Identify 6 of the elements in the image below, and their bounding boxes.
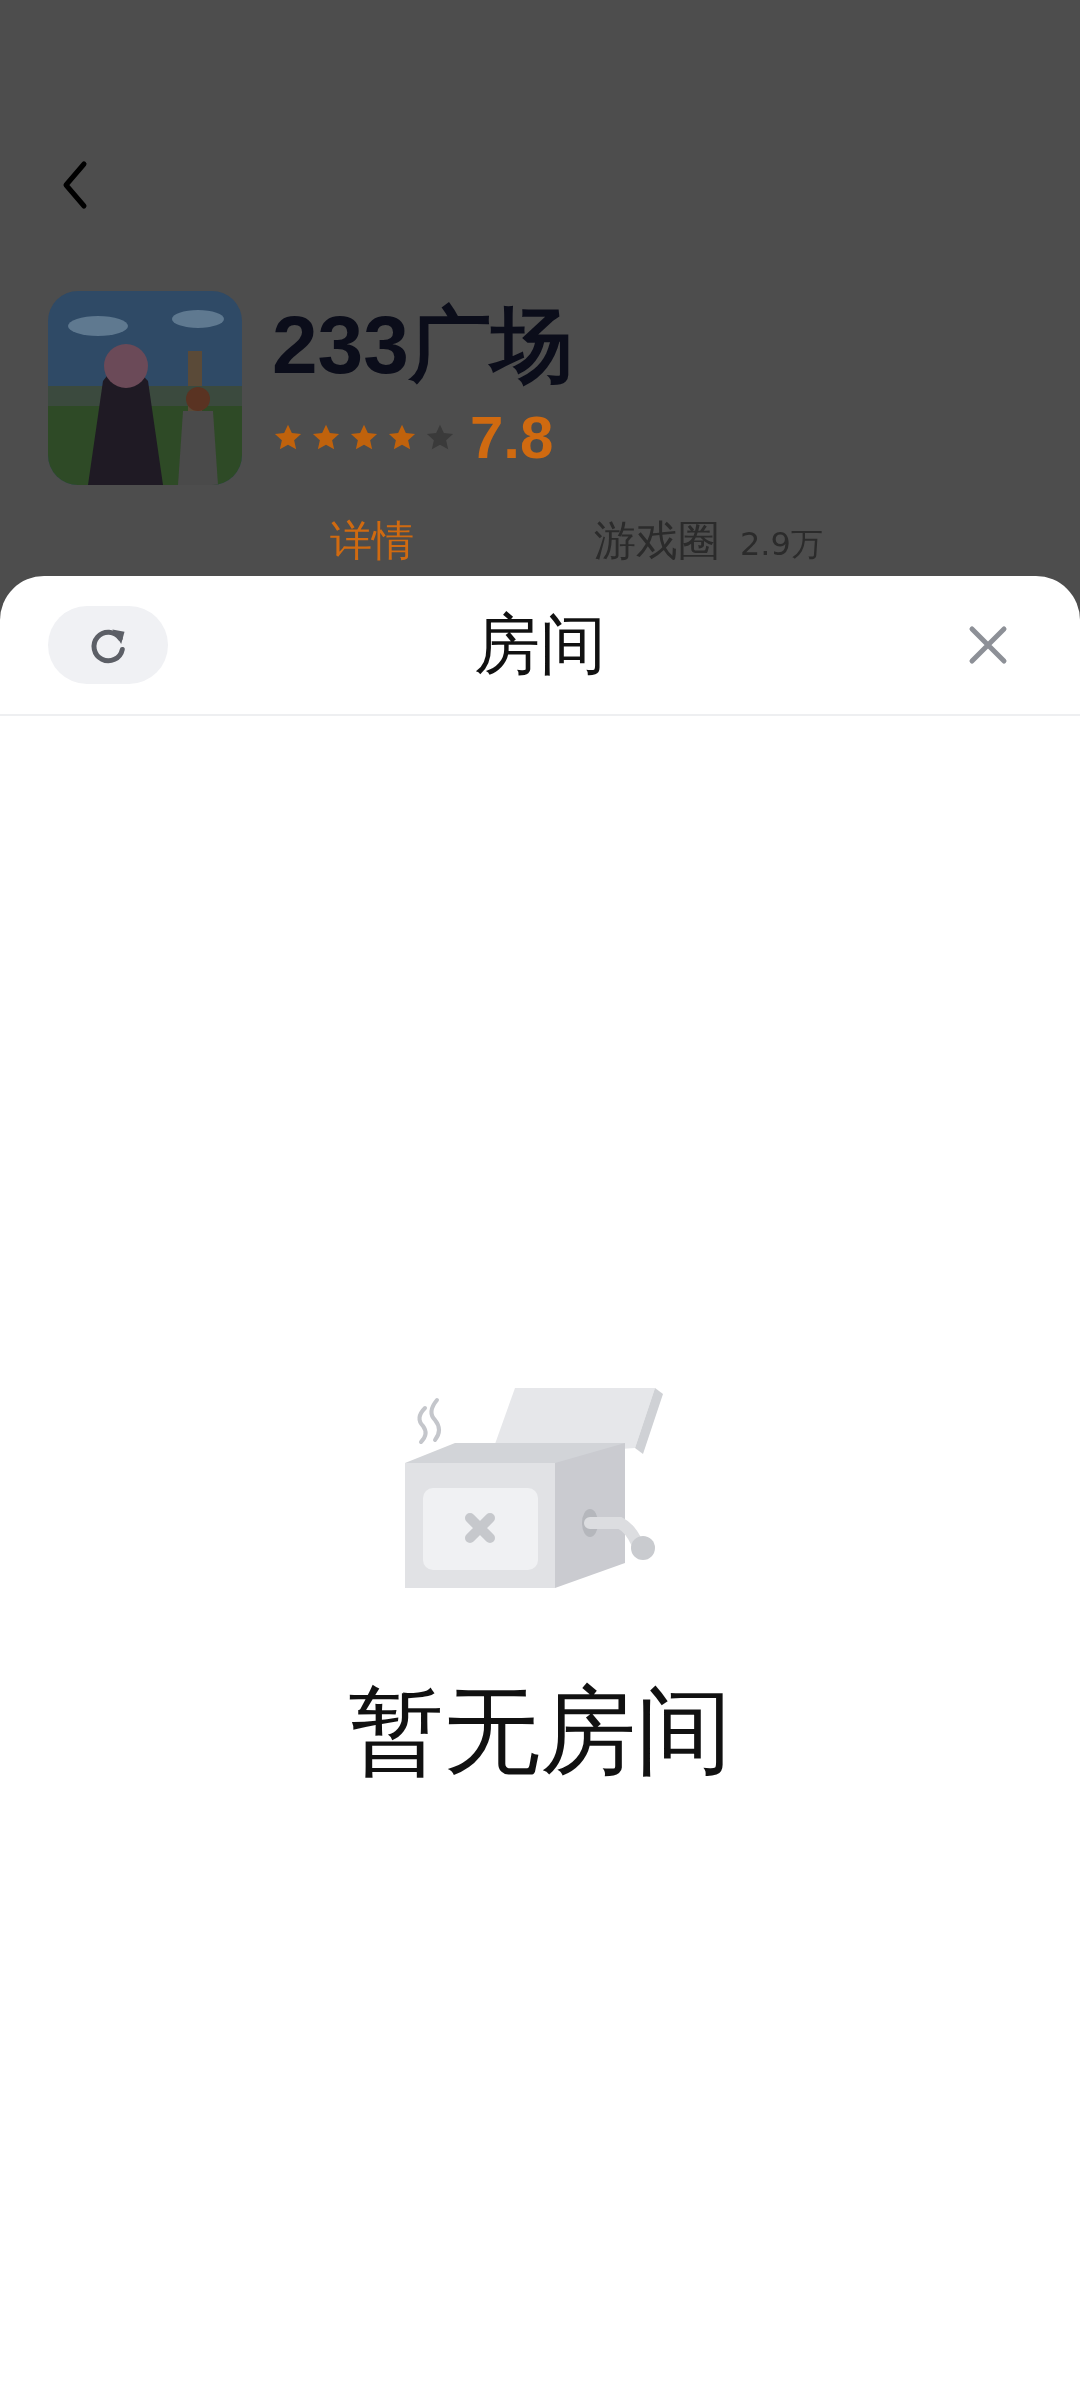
close-icon[interactable] [968, 625, 1008, 665]
tab[interactable]: 详情 [330, 513, 414, 569]
rating-score: 7.8 [470, 403, 554, 472]
sheet-title: 房间 [474, 605, 606, 685]
empty-message: 暂无房间 [348, 1674, 732, 1789]
game-title: 233广场 [272, 298, 573, 392]
